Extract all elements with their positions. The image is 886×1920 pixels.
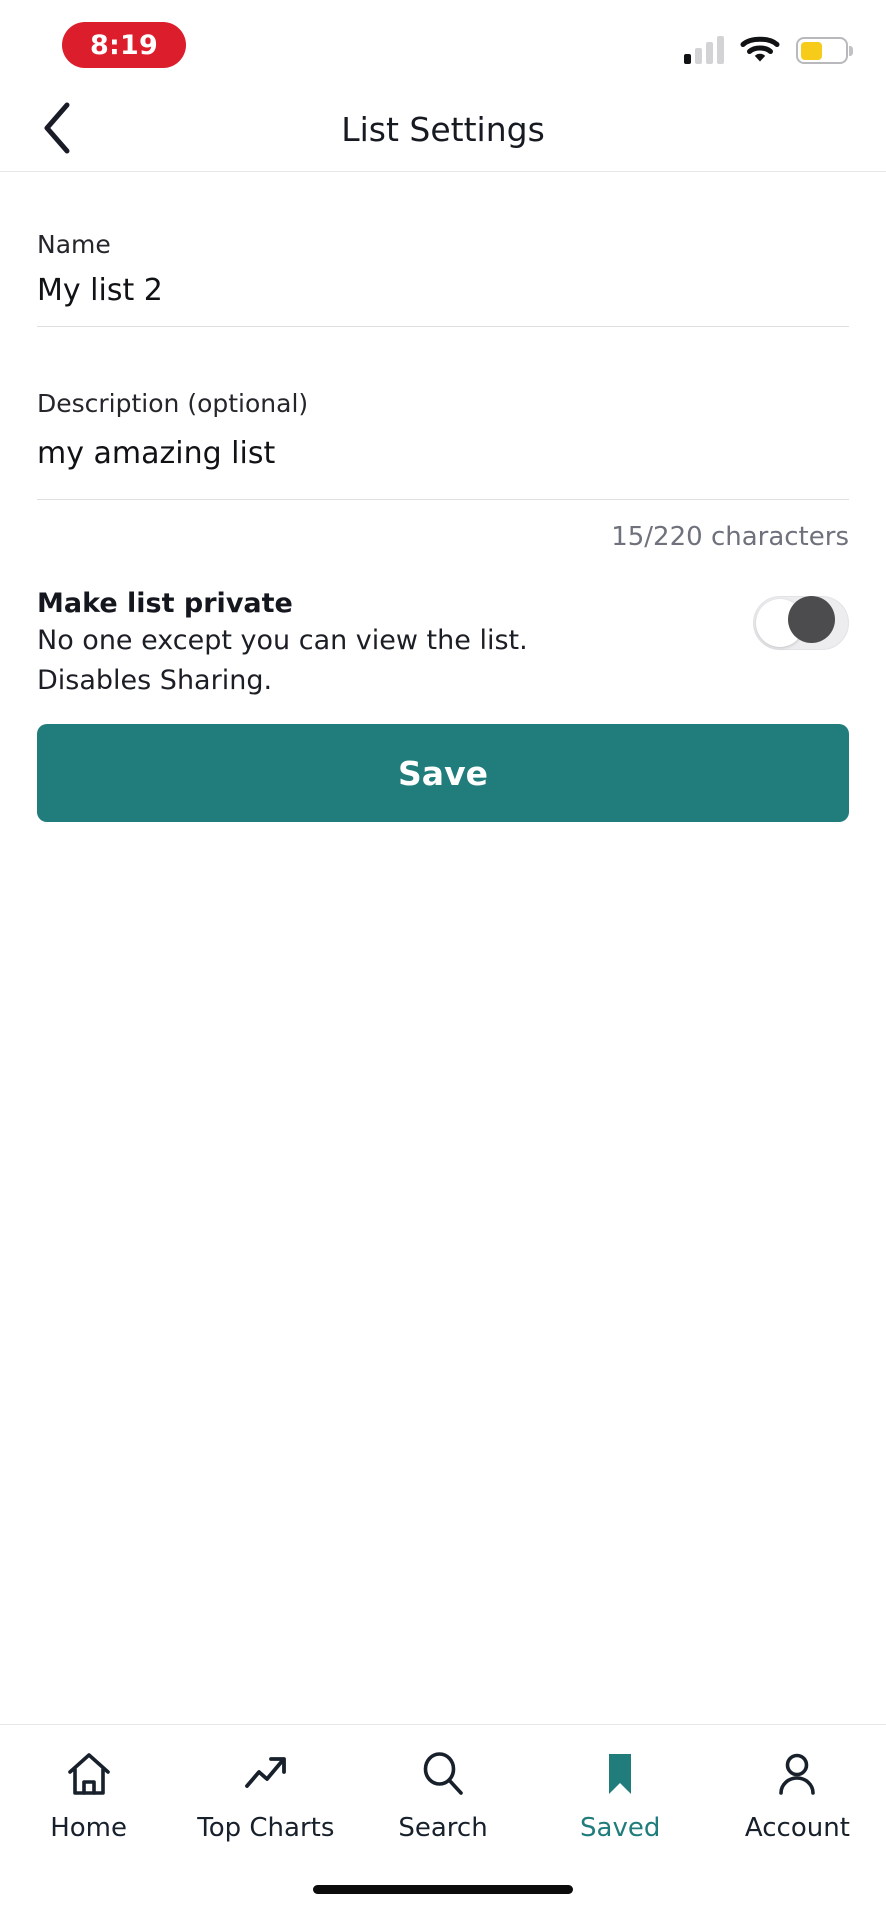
private-toggle-description-line-2: Disables Sharing.: [37, 664, 273, 696]
chevron-left-icon: [40, 101, 74, 159]
back-button[interactable]: [26, 99, 88, 161]
description-input[interactable]: my amazing list: [37, 418, 849, 499]
tab-account[interactable]: Account: [709, 1747, 886, 1843]
app-screen: 8:19 List Settings Name My list 2 Descri…: [0, 0, 886, 1920]
description-field-group: Description (optional) my amazing list: [0, 327, 886, 499]
battery-icon: [796, 37, 848, 64]
tab-label-saved: Saved: [580, 1813, 661, 1843]
tab-home[interactable]: Home: [0, 1747, 177, 1843]
person-icon: [771, 1747, 823, 1801]
name-label: Name: [37, 230, 111, 259]
tab-saved[interactable]: Saved: [532, 1747, 709, 1843]
bookmark-icon: [594, 1747, 646, 1801]
save-button[interactable]: Save: [37, 724, 849, 823]
private-toggle-title: Make list private: [37, 588, 293, 619]
tab-label-home: Home: [50, 1813, 127, 1843]
tap-cursor-indicator: [788, 596, 835, 643]
tab-search[interactable]: Search: [354, 1747, 531, 1843]
wifi-icon: [740, 34, 780, 64]
description-label: Description (optional): [37, 389, 309, 418]
private-toggle-row[interactable]: Make list private No one except you can …: [0, 552, 886, 698]
name-input[interactable]: My list 2: [37, 259, 849, 326]
status-indicators: [684, 28, 848, 64]
tab-label-account: Account: [744, 1813, 850, 1843]
status-bar: 8:19: [0, 0, 886, 88]
tab-top-charts[interactable]: Top Charts: [177, 1747, 354, 1843]
cellular-signal-icon: [684, 36, 724, 64]
page-title: List Settings: [341, 110, 545, 149]
nav-bar: List Settings: [0, 88, 886, 172]
private-toggle-switch[interactable]: [753, 596, 849, 650]
save-button-wrapper: Save: [0, 698, 886, 823]
character-counter: 15/220 characters: [611, 522, 849, 552]
bottom-tab-bar: Home Top Charts Search Saved Account: [0, 1724, 886, 1920]
trending-up-icon: [240, 1747, 292, 1801]
name-field-group: Name My list 2: [0, 172, 886, 326]
status-time-pill: 8:19: [62, 22, 186, 68]
private-toggle-texts: Make list private No one except you can …: [37, 588, 528, 698]
search-icon: [417, 1747, 469, 1801]
private-toggle-description-line-1: No one except you can view the list.: [37, 625, 528, 656]
tab-label-top-charts: Top Charts: [197, 1813, 335, 1843]
tab-label-search: Search: [398, 1813, 488, 1843]
settings-form: Name My list 2 Description (optional) my…: [0, 172, 886, 823]
status-time: 8:19: [90, 29, 158, 61]
home-icon: [63, 1747, 115, 1801]
home-indicator: [313, 1885, 573, 1894]
